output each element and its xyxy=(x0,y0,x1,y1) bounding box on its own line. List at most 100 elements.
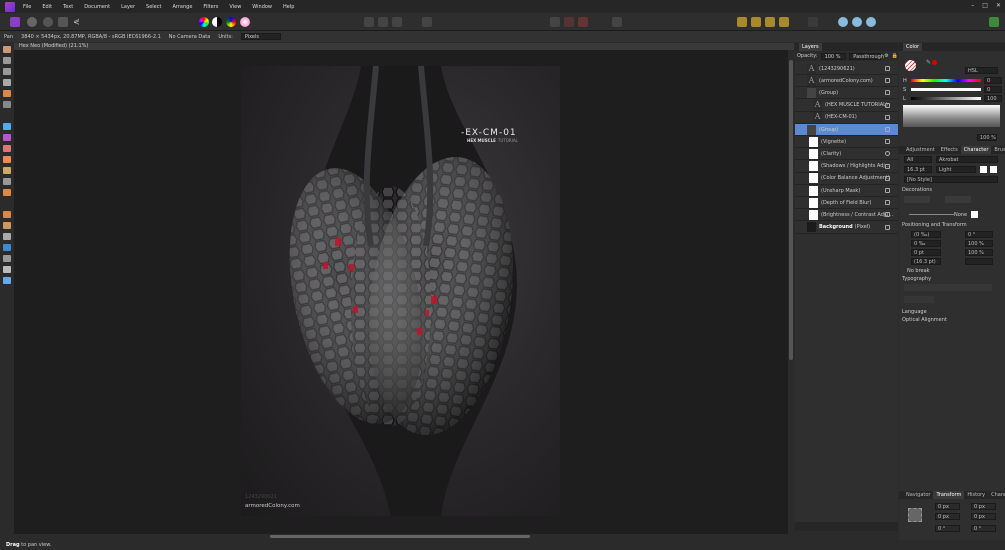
tab-adjustment[interactable]: Adjustment xyxy=(903,146,938,154)
no-break-checkbox[interactable]: No break xyxy=(907,268,930,274)
transform-w[interactable]: 0 px xyxy=(971,503,996,510)
add-icon[interactable] xyxy=(838,17,848,27)
layer-row[interactable]: (Vignette) xyxy=(795,136,898,149)
visibility-checkbox[interactable] xyxy=(885,66,890,71)
layer-row[interactable]: A (armoredColony.com) xyxy=(795,75,898,88)
clone-tool-icon[interactable] xyxy=(3,189,11,196)
text-tool-icon[interactable] xyxy=(3,266,11,273)
shape-tool-icon[interactable] xyxy=(3,244,11,251)
tab-layers[interactable]: Layers xyxy=(799,43,822,51)
visibility-checkbox[interactable] xyxy=(885,175,890,181)
visibility-checkbox[interactable] xyxy=(885,212,890,218)
assistant-icon[interactable] xyxy=(612,17,622,27)
visibility-checkbox[interactable] xyxy=(885,188,890,193)
decoration-color-swatch[interactable] xyxy=(971,211,978,218)
baseline-field[interactable]: 0 pt xyxy=(911,249,941,256)
layer-row[interactable]: (Unsharp Mask) xyxy=(795,185,898,197)
close-icon[interactable]: ✕ xyxy=(996,2,1001,9)
arrange-forward-icon[interactable] xyxy=(765,17,775,27)
lock-icon[interactable]: 🔒 xyxy=(892,53,898,59)
tab-transform[interactable]: Transform xyxy=(933,491,965,499)
saturation-value[interactable]: 0 xyxy=(984,86,1002,93)
menu-text[interactable]: Text xyxy=(63,4,73,10)
tab-effects[interactable]: Effects xyxy=(938,146,961,154)
color-gradient-box[interactable] xyxy=(903,105,1000,127)
deselect-icon[interactable] xyxy=(378,17,388,27)
text-bg-swatch[interactable] xyxy=(990,166,997,173)
invert-selection-icon[interactable] xyxy=(392,17,402,27)
visibility-checkbox[interactable] xyxy=(885,78,890,84)
anchor-point-icon[interactable] xyxy=(908,508,922,522)
menu-window[interactable]: Window xyxy=(252,4,272,10)
text-color-swatch[interactable] xyxy=(980,166,987,173)
maximize-icon[interactable]: □ xyxy=(982,2,988,9)
font-family-select[interactable]: Akrobat xyxy=(936,156,998,163)
horizontal-scale-field[interactable]: 100 % xyxy=(965,240,993,247)
subtract-icon[interactable] xyxy=(852,17,862,27)
layer-row[interactable]: (Brightness / Contrast Adju... xyxy=(795,209,898,222)
arrange-front-icon[interactable] xyxy=(779,17,789,27)
kerning-field[interactable]: (0 ‰) xyxy=(911,231,941,238)
layer-row[interactable]: (Color Balance Adjustment) xyxy=(795,173,898,185)
document-image[interactable]: -EX-CM-01 HEX MUSCLE TUTORIAL 1243290621 … xyxy=(241,66,560,516)
visibility-checkbox[interactable] xyxy=(885,90,890,96)
tab-color[interactable]: Color xyxy=(903,43,923,51)
arrange-back-icon[interactable] xyxy=(737,17,747,27)
lightness-slider[interactable] xyxy=(911,97,981,100)
layer-row[interactable]: (Group) xyxy=(795,87,898,100)
erase-brush-icon[interactable] xyxy=(3,167,11,174)
menu-edit[interactable]: Edit xyxy=(42,4,52,10)
dodge-tool-icon[interactable] xyxy=(3,178,11,185)
flood-fill-icon[interactable] xyxy=(3,123,11,130)
quick-mask-icon[interactable] xyxy=(422,17,432,27)
tab-history[interactable]: History xyxy=(964,491,988,499)
blend-mode-select[interactable]: Passthrough xyxy=(849,52,884,60)
blur-brush-icon[interactable] xyxy=(3,233,11,240)
crop-tool-icon[interactable] xyxy=(3,79,11,86)
saturation-slider[interactable] xyxy=(911,88,981,91)
layer-row[interactable]: Background (Pixel) xyxy=(795,222,898,234)
visibility-checkbox[interactable] xyxy=(885,151,890,157)
liquify-persona-icon[interactable] xyxy=(27,17,37,27)
menu-document[interactable]: Document xyxy=(84,4,110,10)
document-tab[interactable]: Hex Neo (Modified) (21.1%) xyxy=(14,43,794,50)
horizontal-scroll-thumb[interactable] xyxy=(270,535,530,538)
menu-view[interactable]: View xyxy=(229,4,241,10)
export-persona-icon[interactable]: ⋞ xyxy=(73,17,83,27)
visibility-checkbox[interactable] xyxy=(885,200,890,206)
transform-x[interactable]: 0 px xyxy=(935,503,960,510)
marquee-tool-icon[interactable] xyxy=(3,101,11,108)
typography-section[interactable]: Typography xyxy=(902,276,931,282)
minimize-icon[interactable]: – xyxy=(971,2,974,9)
transform-shear[interactable]: 0 ° xyxy=(971,525,996,532)
account-icon[interactable] xyxy=(989,17,999,27)
font-weight-select[interactable]: Light xyxy=(936,166,976,173)
develop-persona-icon[interactable] xyxy=(43,17,53,27)
units-select[interactable]: Pixels xyxy=(240,33,281,40)
eyedropper-icon[interactable]: ✎ xyxy=(926,59,931,66)
tab-navigator[interactable]: Navigator xyxy=(903,491,933,499)
snapping-icon[interactable] xyxy=(564,17,574,27)
color-model-select[interactable]: HSL xyxy=(965,67,998,74)
tab-brushes[interactable]: Brushes xyxy=(991,146,1005,154)
hue-slider[interactable] xyxy=(911,79,981,82)
menu-filters[interactable]: Filters xyxy=(203,4,218,10)
zoom-tool-icon[interactable] xyxy=(3,277,11,284)
grid-icon[interactable] xyxy=(550,17,560,27)
opacity-select[interactable]: 100 % xyxy=(820,52,847,60)
auto-colors-icon[interactable] xyxy=(226,17,236,27)
layer-row[interactable]: (Depth of Field Blur) xyxy=(795,197,898,210)
positioning-section[interactable]: Positioning and Transform xyxy=(902,222,967,228)
healing-brush-icon[interactable] xyxy=(3,211,11,218)
tracking-field[interactable]: 0 ‰ xyxy=(911,240,941,247)
language-section[interactable]: Language xyxy=(902,309,927,315)
color-picker-icon[interactable] xyxy=(3,145,11,152)
arrange-backward-icon[interactable] xyxy=(751,17,761,27)
lightness-value[interactable]: 100 xyxy=(984,95,1002,102)
auto-white-balance-icon[interactable] xyxy=(240,17,250,27)
transform-y[interactable]: 0 px xyxy=(935,513,960,520)
underline-buttons[interactable] xyxy=(904,196,930,203)
selection-mode-icon[interactable] xyxy=(364,17,374,27)
auto-levels-icon[interactable] xyxy=(199,17,209,27)
visibility-checkbox[interactable] xyxy=(885,127,890,132)
